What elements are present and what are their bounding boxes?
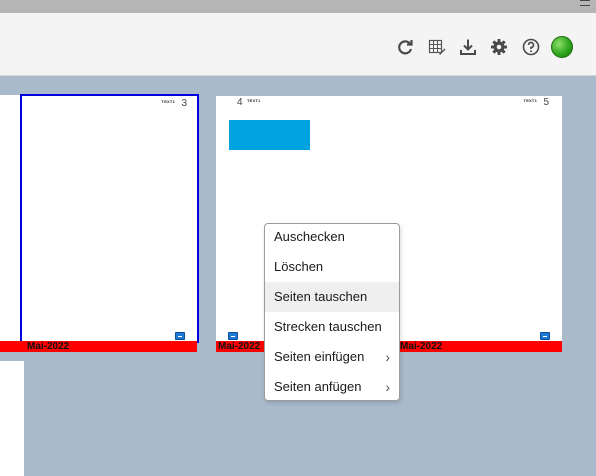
month-label: Mai-2022: [218, 341, 261, 352]
page-collapse-button[interactable]: [175, 332, 185, 340]
page-tag: TEXT1: [161, 99, 175, 104]
page-number: 5: [543, 97, 549, 108]
help-icon[interactable]: [520, 36, 542, 58]
refresh-icon[interactable]: [394, 36, 416, 58]
menu-item-strecken-tauschen[interactable]: Strecken tauschen: [265, 312, 399, 342]
page-thumbnail-3[interactable]: TEXT1 3: [20, 94, 199, 343]
chevron-right-icon: ›: [385, 349, 390, 365]
menu-item-label: Seiten tauschen: [274, 289, 368, 304]
page-number: 4: [237, 97, 243, 108]
page-tag: TEXT1: [523, 98, 537, 103]
toolbar: [0, 13, 596, 76]
page-collapse-button[interactable]: [540, 332, 550, 340]
context-menu: Auschecken Löschen Seiten tauschen Strec…: [264, 223, 400, 401]
page-collapse-button[interactable]: [228, 332, 238, 340]
menu-icon[interactable]: [580, 0, 590, 6]
menu-item-seiten-anfuegen[interactable]: Seiten anfügen ›: [265, 372, 399, 402]
menu-item-label: Löschen: [274, 259, 324, 274]
menu-item-label: Strecken tauschen: [274, 319, 382, 334]
download-icon[interactable]: [457, 36, 479, 58]
month-label: Mai-2022: [27, 341, 70, 352]
window-titlebar: [0, 0, 596, 13]
page-thumbnail-partial[interactable]: [0, 95, 20, 342]
menu-item-loeschen[interactable]: Löschen: [265, 252, 399, 282]
gear-icon[interactable]: [488, 36, 510, 58]
month-label: Mai-2022: [400, 341, 443, 352]
menu-item-seiten-einfuegen[interactable]: Seiten einfügen ›: [265, 342, 399, 372]
chevron-right-icon: ›: [385, 379, 390, 395]
menu-item-label: Seiten anfügen: [274, 379, 362, 394]
menu-item-seiten-tauschen[interactable]: Seiten tauschen: [265, 282, 399, 312]
connection-status-indicator: [551, 36, 573, 58]
month-bar: Mai-2022: [0, 341, 197, 352]
menu-item-label: Seiten einfügen: [274, 349, 365, 364]
menu-item-auschecken[interactable]: Auschecken: [265, 222, 399, 252]
grid-edit-icon[interactable]: [426, 36, 448, 58]
page-tag: TEXT1: [247, 98, 261, 103]
menu-item-label: Auschecken: [274, 229, 345, 244]
image-block[interactable]: [229, 120, 310, 150]
page-thumbnail-partial[interactable]: [0, 361, 24, 476]
page-number: 3: [181, 98, 187, 109]
